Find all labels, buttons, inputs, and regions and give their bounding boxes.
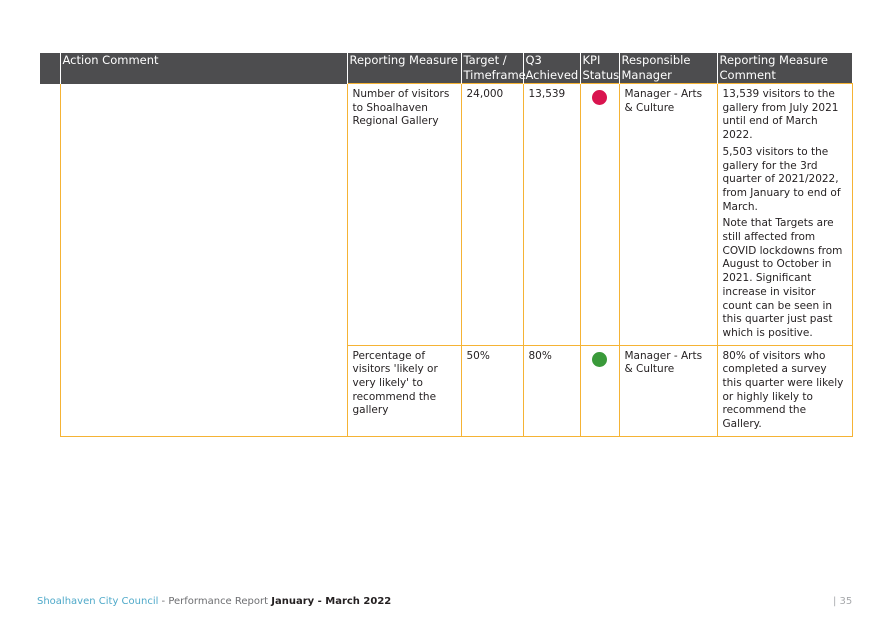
target-cell: 50%: [460, 344, 524, 437]
comment-paragraph: Note that Targets are still affected fro…: [722, 217, 843, 339]
kpi-status-cell: [579, 344, 620, 437]
kpi-status-cell: [579, 83, 620, 346]
header-q3-achieved: Q3 Achieved: [522, 53, 580, 84]
header-reporting-measure-comment: Reporting Measure Comment: [716, 53, 852, 84]
footer-organisation: Shoalhaven City Council: [37, 596, 159, 607]
table-row: Number of visitors to Shoalhaven Regiona…: [40, 83, 853, 437]
table-header-row: Action Comment Reporting Measure Target …: [40, 53, 852, 84]
q3-achieved-cell: 80%: [522, 344, 581, 437]
row-stub: [40, 83, 60, 437]
action-comment-cell: [59, 83, 348, 437]
header-stub: [40, 53, 60, 84]
comment-cell: 13,539 visitors to the gallery from July…: [716, 83, 853, 346]
comment-paragraph: 5,503 visitors to the gallery for the 3r…: [722, 145, 841, 213]
comment-paragraph: 80% of visitors who completed a survey t…: [722, 349, 844, 431]
header-kpi-status: KPI Status: [579, 53, 619, 84]
q3-achieved-cell: 13,539: [522, 83, 581, 346]
kpi-status-green-icon: [591, 351, 607, 367]
comment-cell: 80% of visitors who completed a survey t…: [716, 344, 853, 437]
header-action-comment: Action Comment: [59, 53, 347, 84]
responsible-manager-cell: Manager - Arts & Culture: [618, 83, 718, 346]
target-cell: 24,000: [460, 83, 524, 346]
header-target: Target / Timeframe: [460, 53, 526, 84]
footer-separator: -: [158, 596, 169, 607]
performance-table: Action Comment Reporting Measure Target …: [40, 53, 853, 437]
page-footer: Shoalhaven City Council - Performance Re…: [37, 596, 391, 607]
responsible-manager-cell: Manager - Arts & Culture: [618, 344, 718, 437]
header-reporting-measure: Reporting Measure: [346, 53, 461, 84]
reporting-measure-cell: Percentage of visitors 'likely or very l…: [346, 344, 462, 437]
kpi-status-red-icon: [591, 90, 607, 105]
footer-report-label: Performance Report: [168, 596, 272, 607]
page-number: | 35: [833, 596, 853, 607]
comment-paragraph: 13,539 visitors to the gallery from July…: [722, 88, 839, 142]
footer-period: January - March 2022: [271, 596, 392, 607]
header-responsible-manager: Responsible Manager: [618, 53, 717, 84]
reporting-measure-cell: Number of visitors to Shoalhaven Regiona…: [346, 83, 462, 346]
